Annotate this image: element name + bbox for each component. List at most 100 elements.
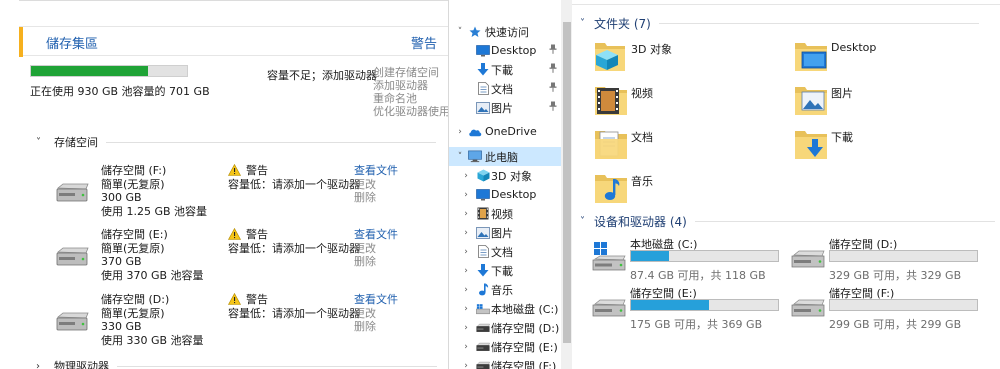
download-arrow-icon (476, 63, 490, 77)
nav-item-12[interactable]: › 下載 (449, 261, 561, 280)
nav-item-7[interactable]: › 3D 对象 (449, 166, 561, 185)
section-label: 存储空间 (54, 136, 98, 149)
drive-icon (476, 359, 490, 369)
change-link[interactable]: 更改 (354, 307, 398, 321)
chevron-right-icon[interactable]: › (461, 228, 471, 238)
cube-folder-icon (594, 38, 626, 75)
desktop-folder-icon (794, 38, 828, 75)
drive-icon (476, 321, 490, 335)
view-files-link[interactable]: 查看文件 (354, 228, 398, 242)
folder-item[interactable]: 文档 (594, 126, 784, 166)
nav-item-8[interactable]: › Desktop (449, 185, 561, 204)
drive-usage-bar (829, 299, 978, 311)
nav-item-5[interactable]: › OneDrive (449, 122, 561, 141)
chevron-right-icon[interactable]: › (461, 323, 471, 333)
drive-tile[interactable]: 儲存空間 (F:) 299 GB 可用，共 299 GB (791, 285, 981, 331)
chevron-right-icon[interactable]: › (461, 171, 471, 181)
delete-link[interactable]: 删除 (354, 255, 398, 269)
chevron-right-icon[interactable]: › (461, 209, 471, 219)
nav-item-3[interactable]: 文档 (449, 79, 561, 98)
nav-item-9[interactable]: › 视频 (449, 204, 561, 223)
nav-item-label: Desktop (491, 44, 537, 57)
chevron-down-icon[interactable]: ˅ (455, 152, 465, 162)
nav-item-label: 快速访问 (485, 25, 529, 39)
nav-item-1[interactable]: Desktop (449, 41, 561, 60)
physical-drives-section[interactable]: › 物理驱动器 (36, 358, 437, 369)
chevron-right-icon[interactable]: › (461, 342, 471, 352)
chevron-right-icon[interactable]: › (455, 127, 465, 137)
space-type: 簡單(无复原) (101, 306, 165, 320)
chevron-right-icon[interactable]: › (461, 190, 471, 200)
nav-item-17[interactable]: › 儲存空間 (F:) (449, 356, 561, 369)
drive-free-space: 87.4 GB 可用，共 118 GB (630, 269, 766, 282)
nav-item-label: 下載 (491, 264, 513, 278)
windows-drive-icon (592, 242, 626, 275)
pool-warning-label: 警告 (411, 37, 438, 52)
space-warning: 警告 容量低：请添加一个驱动器 (228, 293, 360, 320)
download-arrow-icon (476, 264, 490, 278)
storage-spaces-section[interactable]: ˅ 存储空间 (36, 134, 436, 150)
chevron-right-icon: › (36, 360, 40, 369)
chevron-down-icon: ˅ (580, 18, 585, 29)
music-folder-icon (594, 170, 628, 207)
chevron-right-icon[interactable]: › (461, 247, 471, 257)
folder-name: 图片 (831, 87, 853, 100)
nav-item-15[interactable]: › 儲存空間 (D:) (449, 318, 561, 337)
folder-name: 3D 对象 (631, 43, 672, 56)
nav-item-0[interactable]: ˅ 快速访问 (449, 22, 561, 41)
chevron-down-icon[interactable]: ˅ (455, 27, 465, 37)
nav-item-14[interactable]: › 本地磁盘 (C:) (449, 299, 561, 318)
picture-icon (476, 226, 490, 240)
hard-drive-icon (56, 247, 89, 266)
music-icon (476, 283, 490, 297)
change-link[interactable]: 更改 (354, 242, 398, 256)
space-actions: 查看文件 更改 删除 (354, 293, 398, 334)
nav-item-label: 此电脑 (485, 150, 518, 164)
space-warning: 警告 容量低：请添加一个驱动器 (228, 164, 360, 191)
nav-item-6[interactable]: ˅ 此电脑 (449, 147, 561, 166)
folder-item[interactable]: 下載 (794, 126, 984, 166)
nav-item-label: 下載 (491, 63, 513, 77)
drive-tile[interactable]: 儲存空間 (E:) 175 GB 可用，共 369 GB (592, 285, 782, 331)
drive-usage-fill (631, 251, 670, 261)
nav-scrollbar-thumb[interactable] (563, 22, 571, 343)
nav-item-13[interactable]: › 音乐 (449, 280, 561, 299)
folder-name: 音乐 (631, 175, 653, 188)
folder-name: 下載 (831, 131, 853, 144)
chevron-right-icon[interactable]: › (461, 266, 471, 276)
nav-item-11[interactable]: › 文档 (449, 242, 561, 261)
view-files-link[interactable]: 查看文件 (354, 164, 398, 178)
warning-detail: 容量低：请添加一个驱动器 (228, 241, 360, 255)
space-actions: 查看文件 更改 删除 (354, 228, 398, 269)
drive-icon (476, 340, 490, 354)
nav-item-16[interactable]: › 儲存空間 (E:) (449, 337, 561, 356)
nav-item-10[interactable]: › 图片 (449, 223, 561, 242)
chevron-right-icon[interactable]: › (461, 304, 471, 314)
delete-link[interactable]: 删除 (354, 320, 398, 334)
section-divider (117, 365, 437, 367)
pool-title[interactable]: 儲存集區 (46, 33, 98, 52)
space-type: 簡單(无复原) (101, 177, 165, 191)
change-link[interactable]: 更改 (354, 178, 398, 192)
folders-group-header[interactable]: ˅ 文件夹 (7) (580, 15, 979, 32)
chevron-right-icon[interactable]: › (461, 361, 471, 369)
folder-item[interactable]: 图片 (794, 82, 984, 122)
chevron-right-icon[interactable]: › (461, 285, 471, 295)
folder-item[interactable]: 3D 对象 (594, 38, 784, 78)
nav-item-label: 儲存空間 (E:) (491, 340, 558, 354)
nav-item-2[interactable]: 下載 (449, 60, 561, 79)
nav-item-4[interactable]: 图片 (449, 98, 561, 117)
delete-link[interactable]: 删除 (354, 191, 398, 205)
star-icon (468, 25, 482, 39)
view-files-link[interactable]: 查看文件 (354, 293, 398, 307)
folder-item[interactable]: 视频 (594, 82, 784, 122)
drive-tile[interactable]: 儲存空間 (D:) 329 GB 可用，共 329 GB (791, 236, 981, 282)
devices-group-header[interactable]: ˅ 设备和驱动器 (4) (580, 213, 995, 230)
folder-item[interactable]: 音乐 (594, 170, 784, 210)
cloud-icon (468, 125, 482, 139)
folder-item[interactable]: Desktop (794, 38, 984, 78)
nav-item-label: OneDrive (485, 125, 537, 138)
pool-accent-stripe (19, 27, 23, 57)
nav-item-label: 图片 (491, 226, 513, 240)
drive-tile[interactable]: 本地磁盘 (C:) 87.4 GB 可用，共 118 GB (592, 236, 782, 282)
